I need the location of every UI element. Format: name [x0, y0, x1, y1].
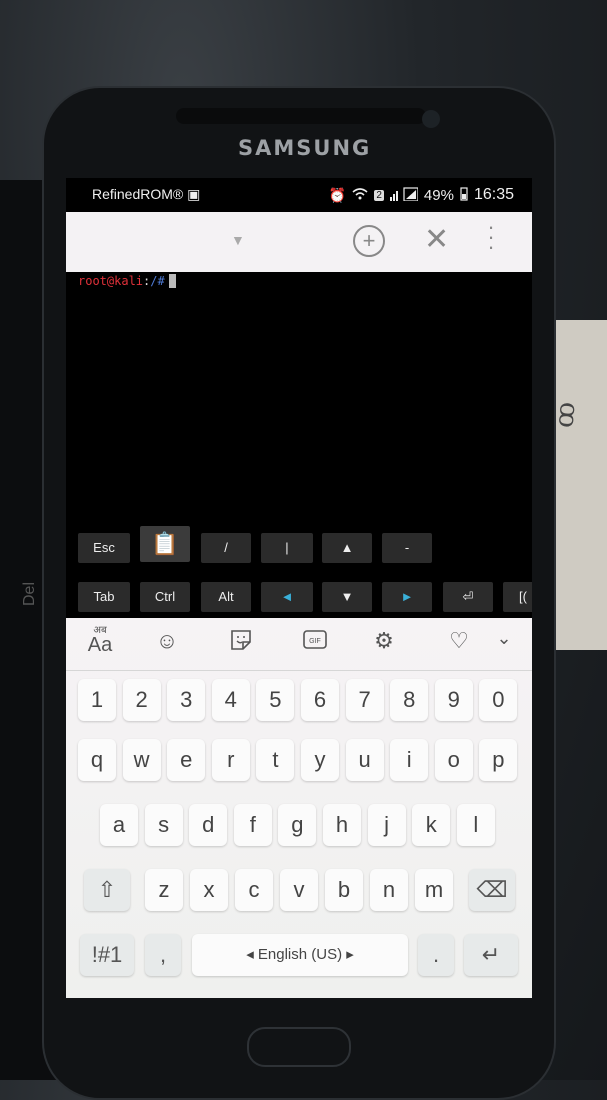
number-key[interactable]: 2 [122, 679, 161, 721]
letter-key[interactable]: w [122, 739, 161, 781]
letter-key[interactable]: f [233, 804, 272, 846]
sticker-icon[interactable] [226, 628, 256, 658]
letter-key[interactable]: t [256, 739, 295, 781]
number-key[interactable]: 5 [256, 679, 295, 721]
terminal-toolbar: ▼ + ✕ · · · [66, 212, 532, 272]
right-arrow-key[interactable]: ► [382, 582, 432, 612]
letter-key[interactable]: i [390, 739, 429, 781]
letter-key[interactable]: d [189, 804, 228, 846]
terminal-cursor [168, 274, 176, 288]
comma-key[interactable]: , [145, 934, 181, 976]
letter-key[interactable]: b [325, 869, 363, 911]
chevron-down-icon[interactable]: ▼ [231, 232, 245, 248]
language-big-label: Aa [87, 634, 113, 656]
symbols-key[interactable]: !#1 [80, 934, 134, 976]
down-arrow-key[interactable]: ▼ [322, 582, 372, 612]
screen-icon: ▣ [187, 186, 201, 202]
letter-key[interactable]: a [100, 804, 138, 846]
pipe-key[interactable]: | [261, 533, 313, 563]
number-key[interactable]: 3 [167, 679, 206, 721]
number-key[interactable]: 0 [479, 679, 518, 721]
bracket-key[interactable]: [( [503, 582, 532, 612]
front-camera [422, 110, 440, 128]
letter-key[interactable]: o [434, 739, 473, 781]
shift-key[interactable]: ⇧ [84, 869, 130, 911]
dash-key[interactable]: - [382, 533, 432, 563]
number-key[interactable]: 4 [211, 679, 250, 721]
earpiece [176, 108, 426, 124]
close-icon[interactable]: ✕ [424, 222, 449, 257]
letter-key[interactable]: y [301, 739, 339, 781]
alarm-icon: ⏰ [328, 186, 347, 203]
letter-key[interactable]: m [415, 869, 453, 911]
home-button[interactable] [247, 1027, 351, 1067]
letter-key[interactable]: l [456, 804, 495, 846]
paper-scribble: ꝏ [551, 400, 585, 430]
letter-key[interactable]: c [235, 869, 273, 911]
letter-key[interactable]: x [190, 869, 228, 911]
battery-percent: 49% [423, 186, 454, 204]
space-bar[interactable]: ◂ English (US) ▸ [192, 934, 408, 976]
language-icon[interactable]: अब Aa [86, 624, 114, 656]
backspace-key[interactable]: ⌫ [469, 869, 515, 911]
plus-circle-icon[interactable]: + [353, 225, 385, 257]
svg-text:GIF: GIF [309, 638, 321, 645]
clipboard-icon[interactable]: 📋 [140, 526, 190, 562]
phone-screen: RefinedROM® ▣ ⏰ 2 49% 16:35 ▼ + ✕ · · · ro… [66, 178, 532, 998]
status-time: 16:35 [473, 186, 514, 203]
handwriting-heart-icon[interactable]: ♡ [444, 628, 474, 654]
letter-key[interactable]: e [167, 739, 206, 781]
letter-key[interactable]: n [370, 869, 408, 911]
letter-key[interactable]: z [145, 869, 183, 911]
letter-key[interactable]: q [78, 739, 116, 781]
period-key[interactable]: . [418, 934, 454, 976]
status-app: RefinedROM® ▣ [92, 186, 200, 203]
desk-brand-text: Del [21, 581, 39, 607]
prompt-path: /# [150, 274, 165, 288]
letter-key[interactable]: u [345, 739, 384, 781]
letter-key[interactable]: j [367, 804, 406, 846]
prompt-user-host: root@kali [78, 274, 144, 288]
keyboard-toolbar: अब Aa ☺ GIF ⚙ ♡ ⌄ [66, 618, 532, 671]
number-key[interactable]: 7 [345, 679, 384, 721]
alt-key[interactable]: Alt [201, 582, 251, 612]
phone-brand-logo: SAMSUNG [238, 136, 372, 160]
enter-extra-key[interactable]: ⏎ [443, 582, 493, 612]
tab-key[interactable]: Tab [78, 582, 130, 612]
status-icons: ⏰ 2 49% 16:35 [329, 186, 514, 204]
soft-keyboard: अब Aa ☺ GIF ⚙ ♡ ⌄ 1234567890 qwertyuiop … [66, 618, 532, 998]
left-arrow-key[interactable]: ◄ [261, 582, 313, 612]
number-key[interactable]: 6 [301, 679, 339, 721]
sim-slot-badge: 2 [374, 189, 384, 201]
emoji-icon[interactable]: ☺ [152, 628, 182, 654]
status-app-name: RefinedROM® [92, 186, 184, 202]
letter-key[interactable]: h [323, 804, 361, 846]
more-vert-icon[interactable]: · · · [486, 216, 496, 258]
status-bar: RefinedROM® ▣ ⏰ 2 49% 16:35 [66, 178, 532, 212]
letter-key[interactable]: k [412, 804, 451, 846]
esc-key[interactable]: Esc [78, 533, 130, 563]
battery-icon [460, 186, 468, 204]
number-key[interactable]: 1 [78, 679, 116, 721]
letter-key[interactable]: r [211, 739, 250, 781]
chevron-down-icon[interactable]: ⌄ [494, 628, 514, 649]
letter-key[interactable]: p [479, 739, 518, 781]
number-key[interactable]: 8 [390, 679, 429, 721]
ctrl-key[interactable]: Ctrl [140, 582, 190, 612]
gif-icon[interactable]: GIF [300, 628, 330, 658]
enter-key[interactable]: ↵ [464, 934, 518, 976]
number-key[interactable]: 9 [434, 679, 473, 721]
letter-key[interactable]: g [278, 804, 317, 846]
letter-key[interactable]: v [280, 869, 318, 911]
settings-gear-icon[interactable]: ⚙ [369, 628, 399, 654]
terminal-output[interactable]: root@kali:/# [78, 274, 176, 288]
slash-key[interactable]: / [201, 533, 251, 563]
paper-sheet: ꝏ [547, 320, 607, 650]
wifi-icon [352, 187, 368, 203]
letter-key[interactable]: s [144, 804, 183, 846]
signal-icon [389, 186, 419, 204]
up-arrow-key[interactable]: ▲ [322, 533, 372, 563]
